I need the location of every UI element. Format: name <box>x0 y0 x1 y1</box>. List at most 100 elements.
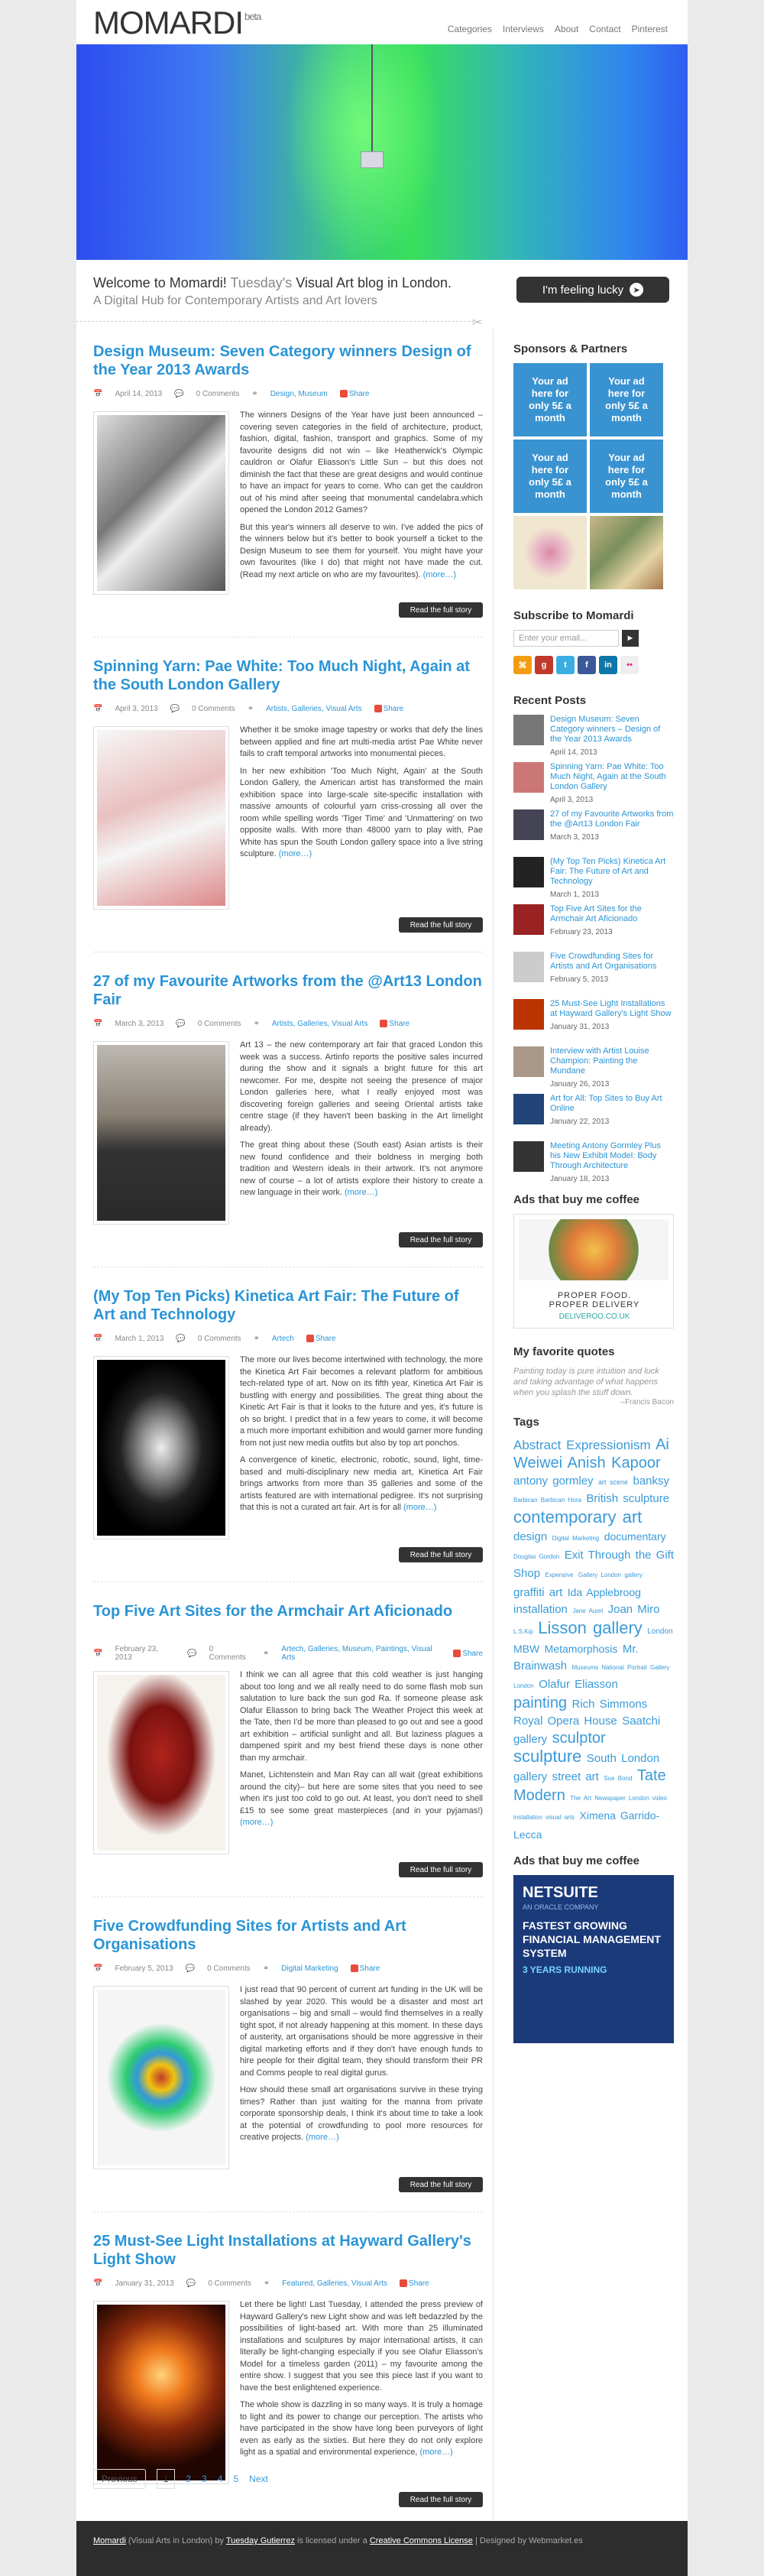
share-button[interactable]: Share <box>380 1020 410 1028</box>
post-comments[interactable]: 0 Comments <box>208 2279 251 2288</box>
tag-link[interactable]: contemporary art <box>513 1507 642 1526</box>
linkedin-icon[interactable]: in <box>599 656 617 674</box>
recent-post-item[interactable]: Art for All: Top Sites to Buy Art Online… <box>513 1094 674 1141</box>
post-comments[interactable]: 0 Comments <box>192 705 235 713</box>
deliveroo-ad[interactable]: PROPER FOOD. PROPER DELIVERY DELIVEROO.CO… <box>513 1214 674 1329</box>
recent-post-item[interactable]: 25 Must-See Light Installations at Haywa… <box>513 999 674 1046</box>
nav-interviews[interactable]: Interviews <box>503 24 544 34</box>
recent-post-item[interactable]: (My Top Ten Picks) Kinetica Art Fair: Th… <box>513 857 674 904</box>
feeling-lucky-button[interactable]: I'm feeling lucky ➤ <box>516 277 669 303</box>
post-thumbnail[interactable] <box>93 1671 229 1854</box>
tag-link[interactable]: British sculpture <box>586 1492 669 1505</box>
share-button[interactable]: Share <box>374 705 403 713</box>
post-title[interactable]: Five Crowdfunding Sites for Artists and … <box>93 1917 483 1957</box>
tag-link[interactable]: Lisson gallery <box>538 1618 643 1637</box>
pagination-page-current[interactable]: 1 <box>156 2469 176 2489</box>
tag-link[interactable]: Royal Opera House <box>513 1715 617 1728</box>
read-more-link[interactable]: (more…) <box>403 1503 436 1512</box>
recent-post-title[interactable]: Top Five Art Sites for the Armchair Art … <box>550 904 674 924</box>
nav-pinterest[interactable]: Pinterest <box>632 24 668 34</box>
tag-link[interactable]: Sue Bond <box>604 1775 632 1782</box>
recent-post-item[interactable]: Five Crowdfunding Sites for Artists and … <box>513 952 674 999</box>
tag-link[interactable]: Abstract Expressionism <box>513 1438 651 1452</box>
tag-link[interactable]: design <box>513 1530 547 1543</box>
nav-contact[interactable]: Contact <box>589 24 620 34</box>
recent-post-item[interactable]: Top Five Art Sites for the Armchair Art … <box>513 904 674 952</box>
recent-post-title[interactable]: Interview with Artist Louise Champion: P… <box>550 1046 674 1076</box>
tag-link[interactable]: sculptor <box>552 1730 606 1747</box>
tag-link[interactable]: London <box>647 1627 672 1636</box>
recent-post-title[interactable]: Art for All: Top Sites to Buy Art Online <box>550 1094 674 1114</box>
partner-image[interactable] <box>513 516 587 589</box>
tag-link[interactable]: art scene <box>598 1478 628 1486</box>
tag-link[interactable]: Digital Marketing <box>552 1535 600 1542</box>
tag-link[interactable]: Anish Kapoor <box>568 1455 661 1471</box>
tag-link[interactable]: Expensive <box>545 1572 574 1578</box>
recent-post-item[interactable]: Design Museum: Seven Category winners – … <box>513 715 674 762</box>
post-comments[interactable]: 0 Comments <box>209 1645 251 1662</box>
pagination-page[interactable]: 5 <box>233 2474 238 2484</box>
share-button[interactable]: Share <box>453 1650 483 1658</box>
recent-post-item[interactable]: Interview with Artist Louise Champion: P… <box>513 1046 674 1094</box>
flickr-icon[interactable]: •• <box>620 656 639 674</box>
recent-post-title[interactable]: 25 Must-See Light Installations at Haywa… <box>550 999 674 1019</box>
tag-link[interactable]: L.S.Kip <box>513 1628 533 1635</box>
tag-link[interactable]: antony gormley <box>513 1475 594 1488</box>
recent-post-title[interactable]: (My Top Ten Picks) Kinetica Art Fair: Th… <box>550 857 674 887</box>
tag-link[interactable]: graffiti art <box>513 1586 562 1599</box>
recent-post-title[interactable]: 27 of my Favourite Artworks from the @Ar… <box>550 809 674 829</box>
read-more-link[interactable]: (more…) <box>240 1818 273 1827</box>
read-more-link[interactable]: (more…) <box>423 570 456 579</box>
post-title[interactable]: Top Five Art Sites for the Armchair Art … <box>93 1602 483 1642</box>
share-button[interactable]: Share <box>350 1964 380 1973</box>
recent-post-item[interactable]: 27 of my Favourite Artworks from the @Ar… <box>513 809 674 857</box>
post-title[interactable]: Design Museum: Seven Category winners De… <box>93 342 483 382</box>
pagination-next[interactable]: Next <box>249 2474 268 2484</box>
post-comments[interactable]: 0 Comments <box>196 390 240 398</box>
recent-post-title[interactable]: Meeting Antony Gormley Plus his New Exhi… <box>550 1141 674 1171</box>
tag-link[interactable]: painting <box>513 1695 567 1711</box>
read-more-link[interactable]: (more…) <box>345 1188 377 1197</box>
tag-link[interactable]: banksy <box>633 1475 670 1488</box>
read-full-story-button[interactable]: Read the full story <box>399 2492 483 2507</box>
recent-post-title[interactable]: Design Museum: Seven Category winners – … <box>550 715 674 745</box>
post-thumbnail[interactable] <box>93 411 229 595</box>
footer-site-link[interactable]: Momardi <box>93 2536 126 2545</box>
footer-license-link[interactable]: Creative Commons License <box>370 2536 473 2545</box>
pagination-page[interactable]: 2 <box>186 2474 191 2484</box>
email-input[interactable]: Enter your email... <box>513 630 619 647</box>
share-button[interactable]: Share <box>339 390 369 398</box>
rss-icon[interactable]: ⌘ <box>513 656 532 674</box>
tag-link[interactable]: Barbican Barbican Hora <box>513 1497 581 1504</box>
read-full-story-button[interactable]: Read the full story <box>399 2177 483 2192</box>
recent-post-item[interactable]: Meeting Antony Gormley Plus his New Exhi… <box>513 1141 674 1189</box>
tag-link[interactable]: sculpture <box>513 1747 581 1766</box>
tag-link[interactable]: Metamorphosis <box>545 1643 618 1655</box>
post-thumbnail[interactable] <box>93 2301 229 2484</box>
tag-link[interactable]: street art <box>552 1770 599 1783</box>
read-full-story-button[interactable]: Read the full story <box>399 602 483 618</box>
pagination-page[interactable]: 4 <box>218 2474 223 2484</box>
recent-post-item[interactable]: Spinning Yarn: Pae White: Too Much Night… <box>513 762 674 809</box>
share-button[interactable]: Share <box>306 1335 336 1343</box>
post-thumbnail[interactable] <box>93 726 229 910</box>
post-tags[interactable]: Design, Museum <box>270 390 328 398</box>
ad-slot[interactable]: Your ad here for only 5£ a month <box>513 440 587 513</box>
netsuite-ad[interactable]: NETSUITE AN ORACLE COMPANY FASTEST GROWI… <box>513 1875 674 2043</box>
tag-link[interactable]: Jane Aurel <box>572 1608 603 1614</box>
post-thumbnail[interactable] <box>93 1356 229 1539</box>
post-thumbnail[interactable] <box>93 1041 229 1225</box>
read-full-story-button[interactable]: Read the full story <box>399 1862 483 1877</box>
ad-slot[interactable]: Your ad here for only 5£ a month <box>590 363 663 436</box>
pagination-page[interactable]: 3 <box>202 2474 207 2484</box>
post-tags[interactable]: Artists, Galleries, Visual Arts <box>266 705 361 713</box>
tag-link[interactable]: Joan Miro <box>608 1603 660 1616</box>
site-logo[interactable]: MOMARDI beta <box>93 5 261 41</box>
post-tags[interactable]: Digital Marketing <box>281 1964 338 1973</box>
tag-link[interactable]: MBW <box>513 1643 539 1655</box>
post-thumbnail[interactable] <box>93 1986 229 2169</box>
tag-link[interactable]: Olafur Eliasson <box>539 1678 618 1691</box>
footer-author-link[interactable]: Tuesday Gutierrez <box>226 2536 295 2545</box>
tag-link[interactable]: documentary <box>604 1530 666 1543</box>
nav-about[interactable]: About <box>555 24 578 34</box>
